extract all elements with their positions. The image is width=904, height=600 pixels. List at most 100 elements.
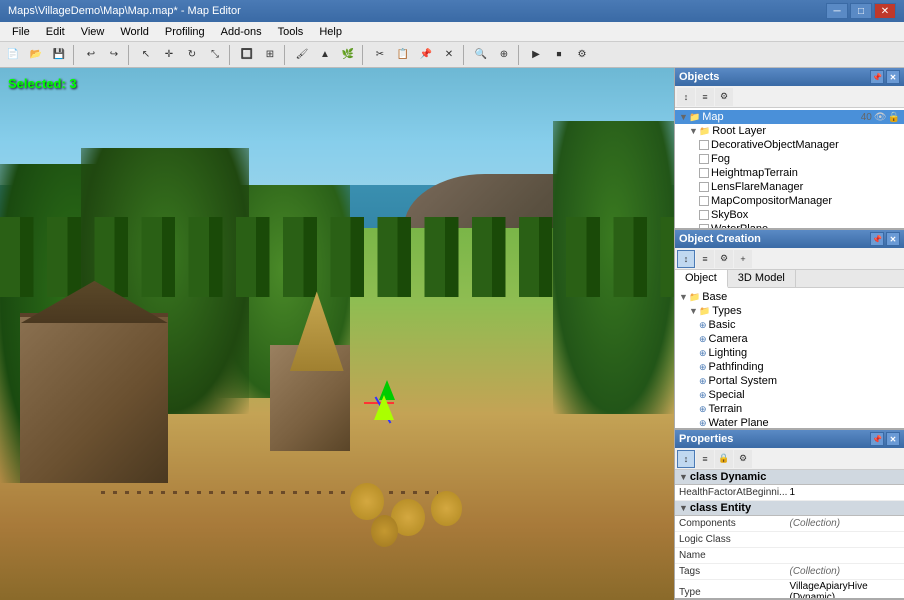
maximize-button[interactable]: □ — [850, 3, 872, 19]
icon-portal: ⊕ — [699, 376, 707, 387]
lock-icon-map[interactable]: 🔒 — [888, 112, 900, 123]
toolbar-terrain[interactable]: ▲ — [314, 44, 336, 66]
toolbar-stop[interactable]: ⏹ — [548, 44, 570, 66]
tree-item-mapcompositor[interactable]: MapCompositorManager — [675, 194, 904, 208]
tab-3d-model[interactable]: 3D Model — [728, 270, 796, 287]
obj-creation-close[interactable]: ✕ — [886, 232, 900, 246]
obj-tool-3[interactable]: ⚙ — [715, 88, 733, 106]
menu-view[interactable]: View — [73, 24, 113, 40]
tree-item-heightmap[interactable]: HeightmapTerrain — [675, 166, 904, 180]
tree-item-portal[interactable]: ⊕ Portal System — [675, 374, 904, 388]
toolbar-undo[interactable]: ↩ — [80, 44, 102, 66]
building-main-left — [20, 313, 168, 483]
tree-item-lighting[interactable]: ⊕ Lighting — [675, 346, 904, 360]
tab-object[interactable]: Object — [675, 270, 728, 288]
section-entity[interactable]: ▼ class Entity — [675, 501, 904, 516]
tree-item-pathfinding[interactable]: ⊕ Pathfinding — [675, 360, 904, 374]
toolbar-settings[interactable]: ⚙ — [571, 44, 593, 66]
close-button[interactable]: ✕ — [874, 3, 896, 19]
tree-label-lighting: Lighting — [709, 347, 900, 359]
toolbar-grid[interactable]: ⊞ — [259, 44, 281, 66]
minimize-button[interactable]: ─ — [826, 3, 848, 19]
toolbar-search[interactable]: 🔍 — [470, 44, 492, 66]
viewport[interactable]: Selected: 3 — [0, 68, 674, 600]
menu-edit[interactable]: Edit — [38, 24, 73, 40]
menu-addons[interactable]: Add-ons — [213, 24, 270, 40]
tree-item-terrain-obj[interactable]: ⊕ Terrain — [675, 402, 904, 416]
obj-tool-1[interactable]: ↕ — [677, 88, 695, 106]
obj-tool-list[interactable]: ≡ — [696, 250, 714, 268]
objects-panel-close[interactable]: ✕ — [886, 70, 900, 84]
tree-item-waterplane[interactable]: WaterPlane — [675, 222, 904, 228]
toolbar-scale[interactable]: ⤡ — [204, 44, 226, 66]
prop-name-logicclass: Logic Class — [679, 534, 790, 545]
toolbar-paint[interactable]: 🖌 — [291, 44, 313, 66]
toolbar-redo[interactable]: ↪ — [103, 44, 125, 66]
obj-creation-tree: ▼ 📁 Base ▼ 📁 Types ⊕ Basic — [675, 288, 904, 428]
toolbar-snap[interactable]: 🔲 — [236, 44, 258, 66]
obj-creation-toolbar: ↕ ≡ ⚙ + — [675, 248, 904, 270]
tree-item-basic[interactable]: ⊕ Basic — [675, 318, 904, 332]
prop-tool-sort[interactable]: ↕ — [677, 450, 695, 468]
toolbar-paste[interactable]: 📌 — [415, 44, 437, 66]
obj-tool-2[interactable]: ≡ — [696, 88, 714, 106]
prop-val-components[interactable]: (Collection) — [790, 518, 901, 529]
fence-row — [101, 491, 438, 494]
toolbar-select[interactable]: ↖ — [135, 44, 157, 66]
toolbar-delete[interactable]: ✕ — [438, 44, 460, 66]
toolbar-move[interactable]: ✛ — [158, 44, 180, 66]
objects-panel-header: Objects 📌 ✕ — [675, 68, 904, 86]
checkbox-water — [699, 224, 709, 228]
icon-water-plane: ⊕ — [699, 418, 707, 429]
prop-val-type[interactable]: VillageApiaryHive (Dynamic) — [790, 581, 901, 598]
tree-label-terrain-obj: Terrain — [709, 403, 900, 415]
section-dynamic[interactable]: ▼ class Dynamic — [675, 470, 904, 485]
obj-creation-pin[interactable]: 📌 — [870, 232, 884, 246]
prop-tool-filter[interactable]: ≡ — [696, 450, 714, 468]
prop-val-tags[interactable]: (Collection) — [790, 566, 901, 577]
section-entity-label: class Entity — [690, 502, 751, 514]
tree-label-map: Map — [702, 111, 857, 123]
toolbar-copy[interactable]: 📋 — [392, 44, 414, 66]
prop-tool-cfg[interactable]: ⚙ — [734, 450, 752, 468]
transform-gizmo — [364, 380, 414, 430]
toolbar-new[interactable]: 📄 — [2, 44, 24, 66]
menu-help[interactable]: Help — [311, 24, 350, 40]
prop-tool-lock[interactable]: 🔒 — [715, 450, 733, 468]
tree-item-camera[interactable]: ⊕ Camera — [675, 332, 904, 346]
prop-name-components: Components — [679, 518, 790, 529]
obj-tool-layer[interactable]: ↕ — [677, 250, 695, 268]
obj-tool-extra[interactable]: + — [734, 250, 752, 268]
toolbar-zoom[interactable]: ⊕ — [493, 44, 515, 66]
obj-tool-cfg[interactable]: ⚙ — [715, 250, 733, 268]
visibility-icon-map[interactable]: 👁 — [874, 112, 887, 123]
haybale-4 — [371, 515, 398, 547]
menu-file[interactable]: File — [4, 24, 38, 40]
tree-item-decorative[interactable]: DecorativeObjectManager — [675, 138, 904, 152]
toolbar-open[interactable]: 📂 — [25, 44, 47, 66]
menu-world[interactable]: World — [112, 24, 157, 40]
tree-item-types[interactable]: ▼ 📁 Types — [675, 304, 904, 318]
properties-close[interactable]: ✕ — [886, 432, 900, 446]
tree-item-map[interactable]: ▼ 📁 Map 40 👁 🔒 — [675, 110, 904, 124]
toolbar-cut[interactable]: ✂ — [369, 44, 391, 66]
checkbox-decorative — [699, 140, 709, 150]
objects-panel-pin[interactable]: 📌 — [870, 70, 884, 84]
tree-item-skybox[interactable]: SkyBox — [675, 208, 904, 222]
toolbar-save[interactable]: 💾 — [48, 44, 70, 66]
toolbar-foliage[interactable]: 🌿 — [337, 44, 359, 66]
menu-tools[interactable]: Tools — [270, 24, 312, 40]
tree-item-water-plane[interactable]: ⊕ Water Plane — [675, 416, 904, 428]
tree-item-base[interactable]: ▼ 📁 Base — [675, 290, 904, 304]
prop-type: Type VillageApiaryHive (Dynamic) — [675, 580, 904, 598]
toolbar-play[interactable]: ▶ — [525, 44, 547, 66]
toolbar-rotate[interactable]: ↻ — [181, 44, 203, 66]
menu-profiling[interactable]: Profiling — [157, 24, 213, 40]
tree-item-special[interactable]: ⊕ Special — [675, 388, 904, 402]
tree-item-root-layer[interactable]: ▼ 📁 Root Layer — [675, 124, 904, 138]
prop-val-health[interactable]: 1 — [790, 487, 901, 498]
icon-basic: ⊕ — [699, 320, 707, 331]
tree-item-fog[interactable]: Fog — [675, 152, 904, 166]
properties-pin[interactable]: 📌 — [870, 432, 884, 446]
tree-item-lensflare[interactable]: LensFlareManager — [675, 180, 904, 194]
